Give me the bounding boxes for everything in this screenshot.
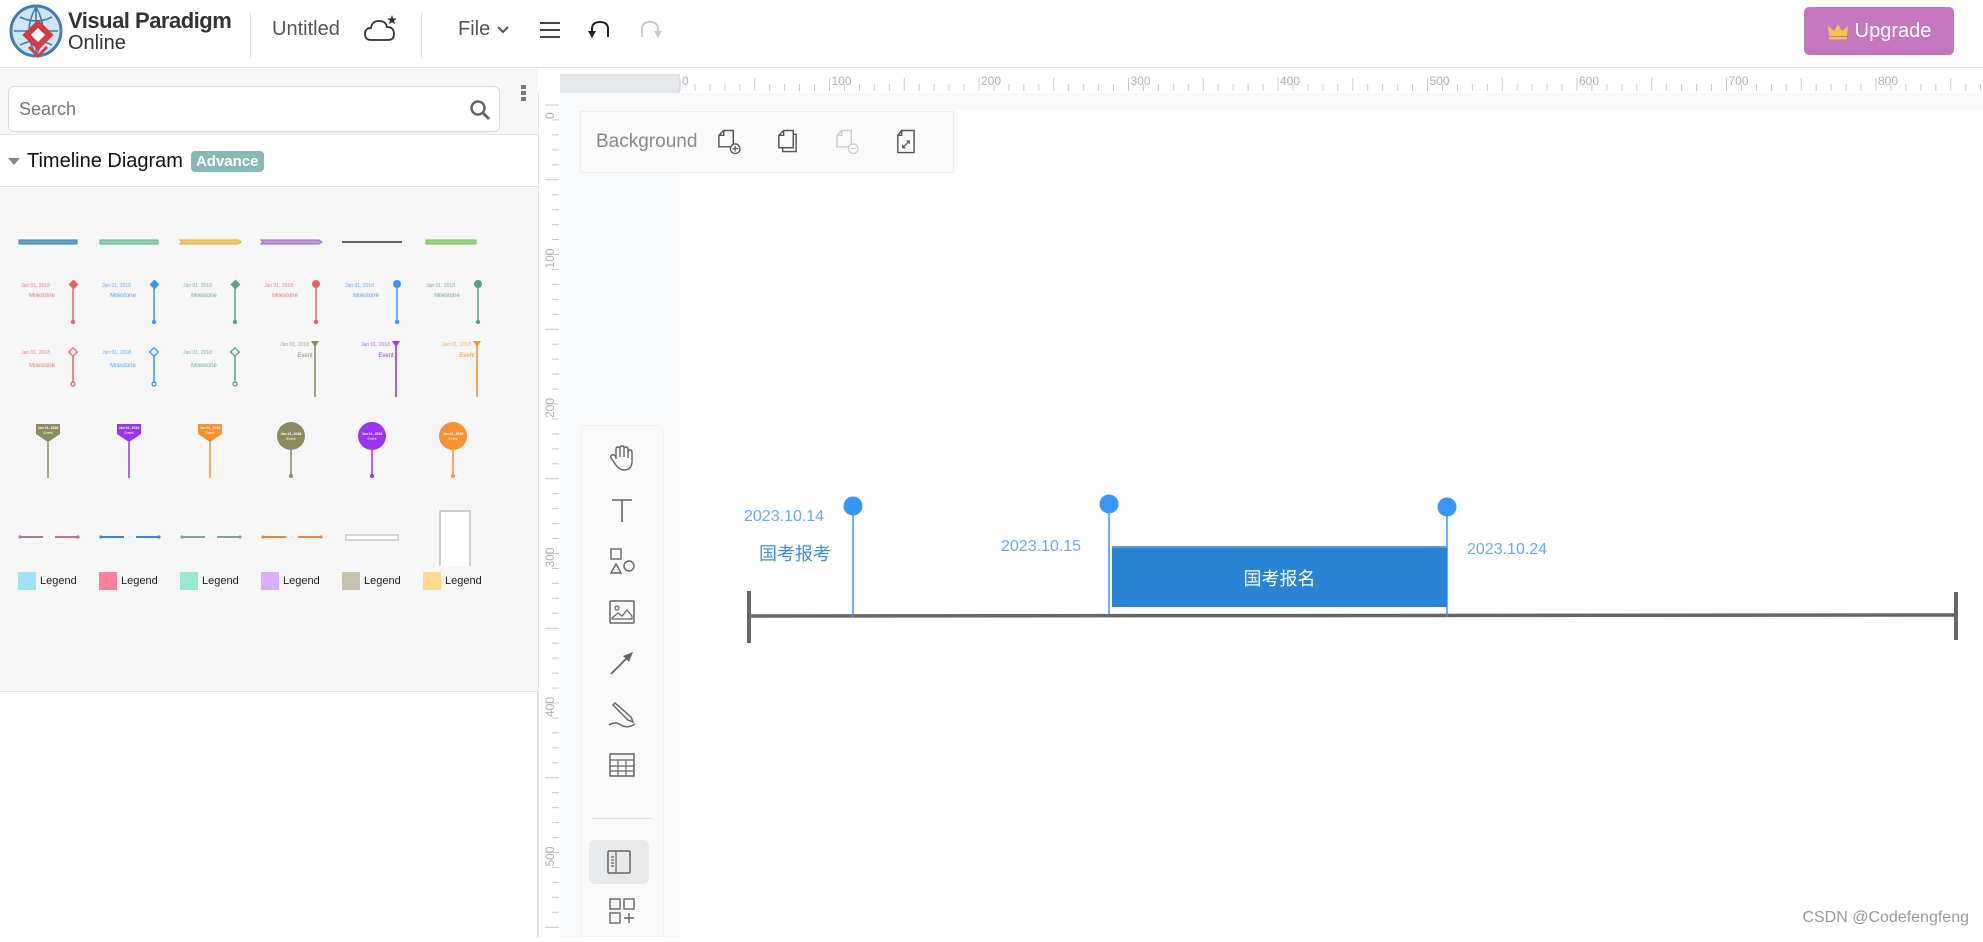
watermark: CSDN @Codefengfeng xyxy=(1802,909,1969,927)
period-label: 国考报名 xyxy=(1244,565,1316,591)
event-date[interactable]: 2023.10.14 xyxy=(744,508,824,526)
timeline-graphics xyxy=(0,0,1983,937)
milestone-marker[interactable] xyxy=(844,497,863,516)
event-label[interactable]: 国考报考 xyxy=(759,540,831,566)
milestone-marker[interactable] xyxy=(1438,498,1457,517)
timeline-diagram: 2023.10.14 国考报考 2023.10.15 2023.10.24 国考… xyxy=(0,0,1983,937)
timeline-end-cap[interactable] xyxy=(1954,592,1958,640)
period-block[interactable]: 国考报名 xyxy=(1112,546,1447,607)
event-date[interactable]: 2023.10.15 xyxy=(1001,538,1081,556)
milestone-marker[interactable] xyxy=(1100,495,1119,514)
event-date[interactable]: 2023.10.24 xyxy=(1467,541,1547,559)
timeline-axis[interactable] xyxy=(749,615,1956,616)
